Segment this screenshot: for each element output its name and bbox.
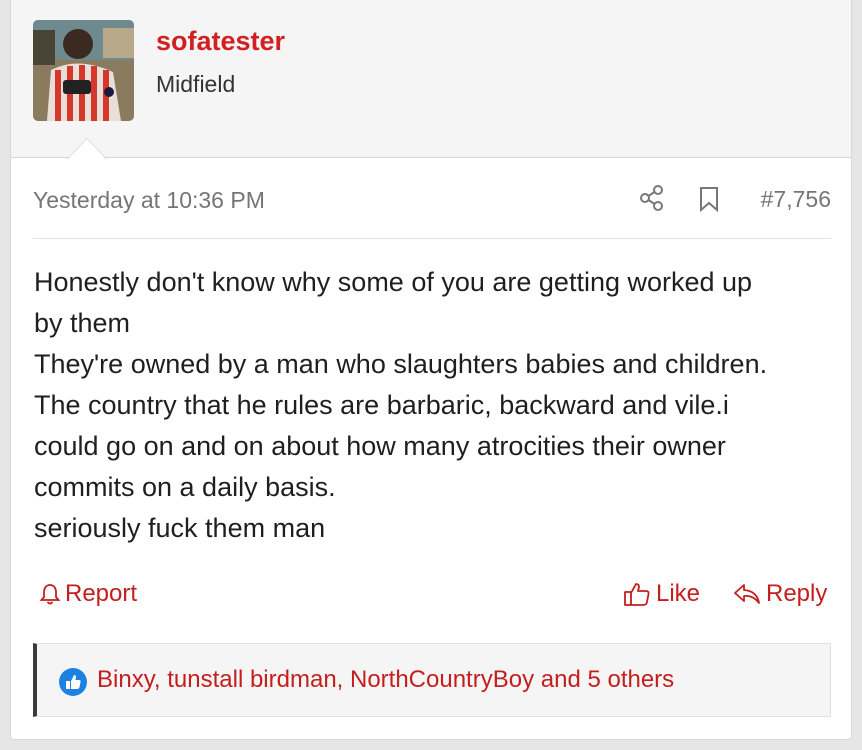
report-button[interactable]: Report — [39, 580, 137, 608]
username[interactable]: sofatester — [156, 26, 285, 57]
divider — [33, 238, 831, 239]
post-meta: Yesterday at 10:36 PM #7,756 — [33, 180, 831, 220]
report-label: Report — [65, 580, 138, 607]
post-line: They're owned by a man who slaughters ba… — [34, 349, 768, 379]
post-actions: Report Like Reply — [33, 578, 831, 614]
reactions-bar[interactable]: Binxy, tunstall birdman, NorthCountryBoy… — [33, 643, 831, 717]
speech-arrow — [67, 138, 107, 159]
reactions-list[interactable]: Binxy, tunstall birdman, NorthCountryBoy… — [97, 666, 674, 694]
post-line: seriously fuck them man — [34, 513, 326, 543]
user-block: sofatester Midfield — [11, 0, 851, 159]
user-title: Midfield — [156, 71, 236, 97]
bell-icon — [39, 582, 61, 606]
like-reaction-icon — [59, 668, 87, 696]
post-line: could go on and on about how many atroci… — [34, 431, 726, 461]
like-button[interactable]: Like — [623, 580, 700, 608]
reply-button[interactable]: Reply — [733, 580, 827, 608]
avatar[interactable] — [33, 20, 134, 121]
reply-label: Reply — [766, 580, 828, 607]
post-number[interactable]: #7,756 — [761, 186, 831, 213]
thumbs-up-icon — [623, 581, 651, 607]
post-card: sofatester Midfield Yesterday at 10:36 P… — [10, 0, 852, 740]
reply-arrow-icon — [733, 582, 761, 606]
post-date[interactable]: Yesterday at 10:36 PM — [33, 187, 265, 214]
share-icon[interactable] — [638, 184, 666, 212]
post-line: Honestly don't know why some of you are … — [34, 267, 753, 297]
post-line: by them — [34, 308, 131, 338]
like-label: Like — [656, 580, 701, 607]
post-line: The country that he rules are barbaric, … — [34, 390, 729, 420]
post-body: Honestly don't know why some of you are … — [34, 262, 834, 549]
post-line: commits on a daily basis. — [34, 472, 336, 502]
bookmark-icon[interactable] — [697, 186, 721, 213]
